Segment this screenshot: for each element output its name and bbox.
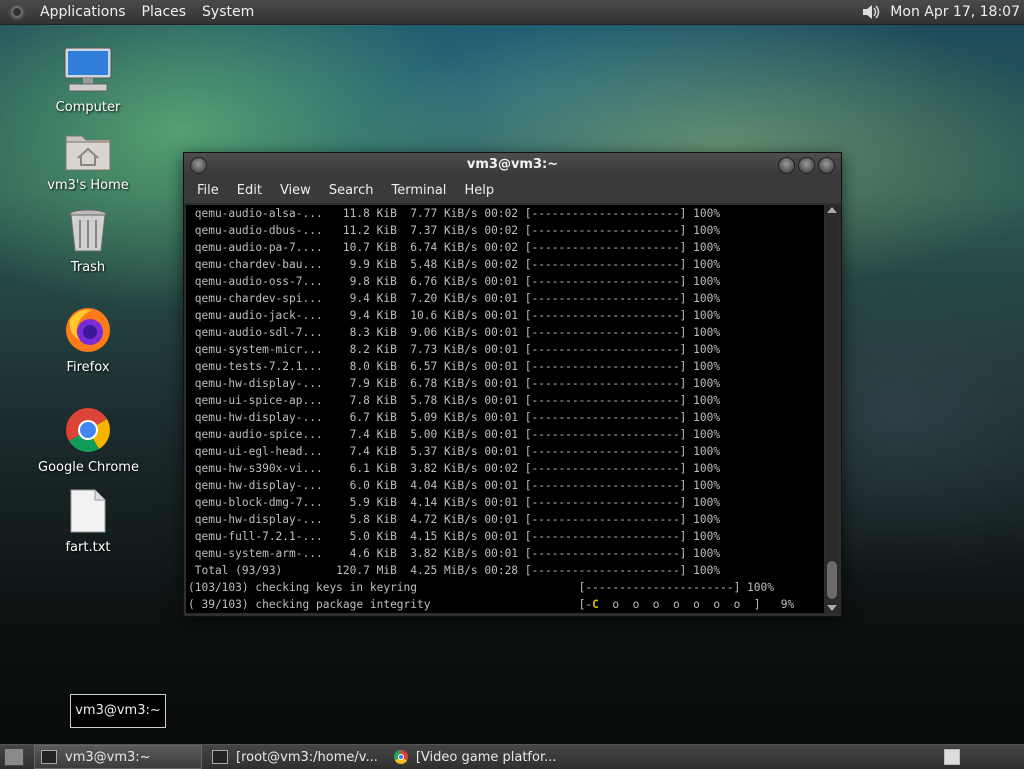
download-row: qemu-hw-display-... 6.7 KiB 5.09 KiB/s 0…: [188, 411, 721, 424]
close-button[interactable]: [818, 157, 835, 174]
menu-places[interactable]: Places: [134, 4, 195, 20]
download-row: qemu-audio-pa-7.... 10.7 KiB 6.74 KiB/s …: [188, 241, 721, 254]
task-label: vm3@vm3:~: [65, 749, 151, 765]
desktop-icon-text-file[interactable]: fart.txt: [38, 488, 138, 555]
minimize-button[interactable]: [778, 157, 795, 174]
download-row: qemu-hw-display-... 5.8 KiB 4.72 KiB/s 0…: [188, 513, 721, 526]
download-row: qemu-ui-egl-head... 7.4 KiB 5.37 KiB/s 0…: [188, 445, 721, 458]
download-row: qemu-ui-spice-ap... 7.8 KiB 5.78 KiB/s 0…: [188, 394, 721, 407]
terminal-scrollbar[interactable]: [825, 205, 839, 613]
menu-file[interactable]: File: [188, 183, 228, 198]
show-desktop-icon[interactable]: [4, 748, 24, 766]
download-row: qemu-tests-7.2.1... 8.0 KiB 6.57 KiB/s 0…: [188, 360, 721, 373]
download-row: qemu-audio-oss-7... 9.8 KiB 6.76 KiB/s 0…: [188, 275, 721, 288]
desktop-icon-label: Trash: [70, 260, 106, 275]
workspace-switcher[interactable]: [944, 749, 960, 765]
terminal-icon: [212, 750, 228, 764]
download-row: qemu-audio-alsa-... 11.8 KiB 7.77 KiB/s …: [188, 207, 721, 220]
distro-logo-icon[interactable]: [8, 3, 26, 21]
menu-edit[interactable]: Edit: [228, 183, 271, 198]
bottom-panel: vm3@vm3:~ [root@vm3:/home/v... [Video ga…: [0, 744, 1024, 769]
menu-view[interactable]: View: [271, 183, 320, 198]
taskbar-item-chrome[interactable]: [Video game platfor...: [388, 746, 563, 768]
home-folder-icon: [38, 128, 138, 176]
text-file-icon: [38, 488, 138, 538]
download-row: qemu-audio-jack-... 9.4 KiB 10.6 KiB/s 0…: [188, 309, 721, 322]
download-row: qemu-system-arm-... 4.6 KiB 3.82 KiB/s 0…: [188, 547, 721, 560]
download-row: qemu-hw-s390x-vi... 6.1 KiB 3.82 KiB/s 0…: [188, 462, 721, 475]
desktop-icon-label: Computer: [55, 100, 121, 115]
download-row: qemu-block-dmg-7... 5.9 KiB 4.14 KiB/s 0…: [188, 496, 721, 509]
desktop-icon-computer[interactable]: Computer: [38, 46, 138, 115]
desktop-icon-label: fart.txt: [65, 540, 111, 555]
download-row: qemu-system-micr... 8.2 KiB 7.73 KiB/s 0…: [188, 343, 721, 356]
menu-help[interactable]: Help: [455, 183, 503, 198]
download-row: qemu-audio-spice... 7.4 KiB 5.00 KiB/s 0…: [188, 428, 721, 441]
maximize-button[interactable]: [798, 157, 815, 174]
terminal-window[interactable]: vm3@vm3:~ File Edit View Search Terminal…: [183, 152, 842, 617]
terminal-text: qemu-audio-alsa-... 11.8 KiB 7.77 KiB/s …: [186, 205, 824, 613]
desktop-icon-label: Firefox: [66, 360, 110, 375]
desktop-icon-home[interactable]: vm3's Home: [38, 128, 138, 193]
chrome-icon: [38, 406, 138, 458]
keyring-line: (103/103) checking keys in keyring [----…: [188, 581, 774, 594]
desktop-icon-label: vm3's Home: [47, 178, 129, 193]
firefox-icon: [38, 306, 138, 358]
integrity-line: ( 39/103) checking package integrity [-C…: [188, 598, 795, 611]
download-row: qemu-chardev-bau... 9.9 KiB 5.48 KiB/s 0…: [188, 258, 721, 271]
taskbar-item-root-terminal[interactable]: [root@vm3:/home/v...: [206, 746, 384, 768]
download-row: qemu-chardev-spi... 9.4 KiB 7.20 KiB/s 0…: [188, 292, 721, 305]
computer-icon: [38, 46, 138, 98]
download-row: qemu-full-7.2.1-... 5.0 KiB 4.15 KiB/s 0…: [188, 530, 721, 543]
terminal-menubar: File Edit View Search Terminal Help: [184, 177, 841, 203]
menu-terminal[interactable]: Terminal: [382, 183, 455, 198]
menu-applications[interactable]: Applications: [32, 4, 134, 20]
chrome-icon: [393, 750, 408, 764]
terminal-output[interactable]: qemu-audio-alsa-... 11.8 KiB 7.77 KiB/s …: [186, 205, 824, 613]
scrollbar-thumb[interactable]: [827, 561, 837, 599]
trash-icon: [38, 208, 138, 258]
scroll-up-icon[interactable]: [827, 207, 837, 213]
terminal-titlebar[interactable]: vm3@vm3:~: [184, 153, 841, 177]
terminal-icon: [41, 750, 57, 764]
taskbar-tooltip: vm3@vm3:~: [70, 694, 166, 728]
clock[interactable]: Mon Apr 17, 18:07: [890, 4, 1020, 20]
task-label: [Video game platfor...: [415, 749, 557, 765]
desktop-icon-trash[interactable]: Trash: [38, 208, 138, 275]
desktop-icon-firefox[interactable]: Firefox: [38, 306, 138, 375]
desktop-icon-label: Google Chrome: [38, 460, 139, 475]
download-row: qemu-hw-display-... 7.9 KiB 6.78 KiB/s 0…: [188, 377, 721, 390]
download-row: qemu-audio-dbus-... 11.2 KiB 7.37 KiB/s …: [188, 224, 721, 237]
pacman-progress-glyph: C: [592, 598, 599, 611]
menu-system[interactable]: System: [194, 4, 262, 20]
menu-search[interactable]: Search: [320, 183, 383, 198]
taskbar-item-terminal-active[interactable]: vm3@vm3:~: [34, 745, 202, 769]
window-menu-button[interactable]: [190, 157, 207, 174]
speaker-icon[interactable]: [860, 2, 882, 22]
scroll-down-icon[interactable]: [827, 605, 837, 611]
window-title: vm3@vm3:~: [466, 157, 559, 172]
top-panel: Applications Places System Mon Apr 17, 1…: [0, 0, 1024, 25]
desktop-icon-chrome[interactable]: Google Chrome: [38, 406, 139, 475]
download-row: qemu-audio-sdl-7... 8.3 KiB 9.06 KiB/s 0…: [188, 326, 721, 339]
task-label: [root@vm3:/home/v...: [236, 749, 378, 765]
download-row: qemu-hw-display-... 6.0 KiB 4.04 KiB/s 0…: [188, 479, 721, 492]
total-row: Total (93/93) 120.7 MiB 4.25 MiB/s 00:28…: [188, 564, 721, 577]
